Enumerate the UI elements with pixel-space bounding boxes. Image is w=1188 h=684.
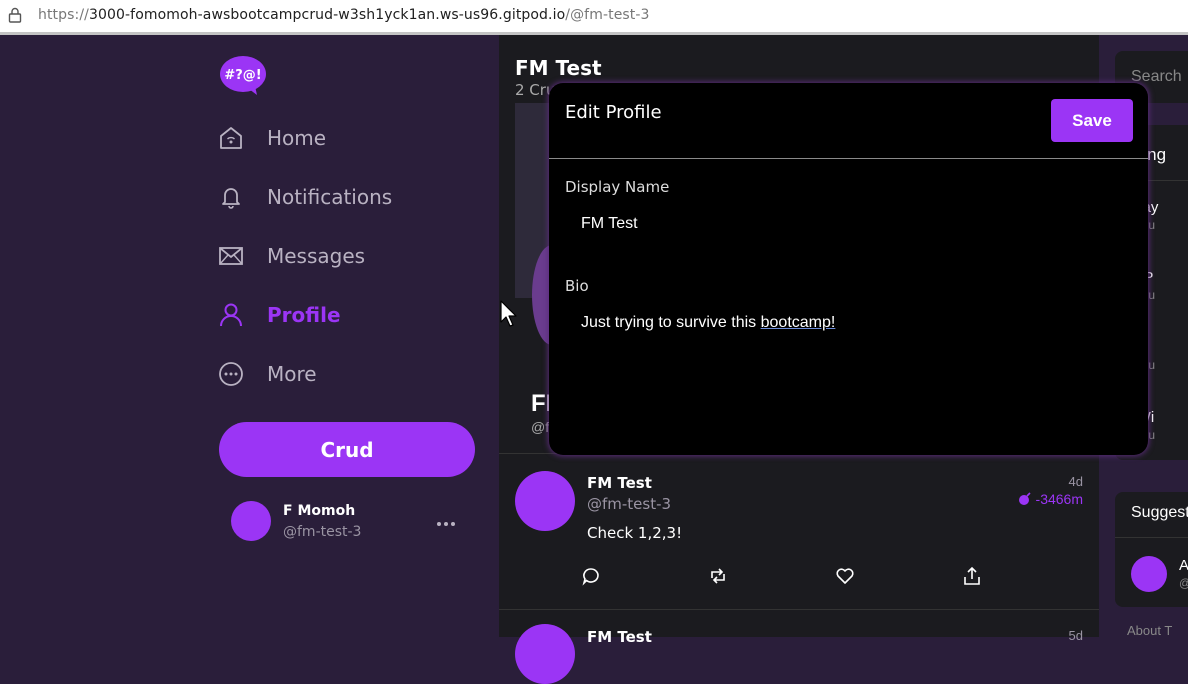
profile-handle: @f (531, 419, 550, 435)
reply-icon[interactable] (581, 566, 601, 586)
post-author-name[interactable]: FM Test (587, 474, 652, 492)
bell-icon (218, 184, 244, 210)
sidebar-item-label: Messages (267, 244, 366, 268)
home-icon (218, 125, 244, 151)
current-user-name: F Momoh (283, 503, 356, 519)
display-name-field[interactable] (565, 204, 1132, 244)
suggested-user-handle: @ (1179, 576, 1188, 590)
url-scheme: https:// (38, 7, 89, 23)
lock-icon (8, 7, 22, 23)
avatar[interactable] (515, 471, 575, 531)
app-logo[interactable]: #?@! (219, 55, 267, 95)
post-time: 5d (1068, 628, 1083, 643)
post-body: Check 1,2,3! (587, 524, 683, 542)
divider (1115, 537, 1188, 538)
sidebar-item-profile[interactable]: Profile (218, 297, 341, 333)
browser-url-bar[interactable]: https://3000-fomomoh-awsbootcampcrud-w3s… (0, 0, 1188, 33)
more-circle-icon (218, 361, 244, 387)
logo-bubble-icon: #?@! (220, 56, 266, 95)
page-title: FM Test (515, 56, 602, 80)
url-path: /@fm-test-3 (565, 7, 650, 23)
sidebar-item-label: Profile (267, 303, 341, 327)
post-author-handle[interactable]: @fm-test-3 (587, 495, 671, 513)
user-menu-more-icon[interactable] (436, 511, 456, 532)
svg-text:#?@!: #?@! (224, 68, 261, 83)
save-button[interactable]: Save (1051, 99, 1133, 142)
url-text[interactable]: https://3000-fomomoh-awsbootcampcrud-w3s… (38, 7, 650, 23)
person-icon (218, 302, 244, 328)
suggested-title: Suggest (1131, 504, 1188, 521)
avatar[interactable] (231, 501, 271, 541)
url-host: 3000-fomomoh-awsbootcampcrud-w3sh1yck1an… (88, 7, 566, 23)
share-icon[interactable] (962, 566, 982, 586)
post-time: 4d (1068, 474, 1083, 489)
list-item[interactable]: FM Test @fm-test-3 4d -3466m Check 1,2,3… (499, 454, 1099, 610)
divider (549, 158, 1148, 159)
sidebar-item-messages[interactable]: Messages (218, 238, 365, 274)
heart-icon[interactable] (835, 566, 855, 586)
suggested-user-name[interactable]: A (1179, 557, 1188, 574)
edit-profile-dialog: Edit Profile Save Display Name Bio Just … (549, 83, 1148, 455)
sidebar-item-label: More (267, 362, 317, 386)
sidebar-item-home[interactable]: Home (218, 120, 326, 156)
post-expiry-text: -3466m (1035, 491, 1083, 507)
bomb-icon (1018, 492, 1031, 505)
sidebar-item-label: Home (267, 126, 327, 150)
avatar[interactable] (515, 624, 575, 684)
envelope-icon (218, 243, 244, 269)
avatar[interactable] (1131, 556, 1167, 592)
sidebar-item-more[interactable]: More (218, 356, 317, 392)
sidebar-item-label: Notifications (267, 185, 393, 209)
repost-icon[interactable] (708, 566, 728, 586)
bio-text: Just trying to survive this (581, 314, 761, 331)
footer-links[interactable]: About T (1127, 623, 1172, 638)
bio-field[interactable]: Just trying to survive this bootcamp! (565, 303, 1132, 343)
sidebar-item-notifications[interactable]: Notifications (218, 179, 392, 215)
display-name-label: Display Name (565, 178, 670, 196)
bio-text-spellcheck: bootcamp! (760, 314, 836, 331)
post-expiry: -3466m (1018, 491, 1083, 507)
suggested-users-panel: Suggest A @ (1115, 492, 1188, 607)
post-author-name[interactable]: FM Test (587, 628, 652, 646)
crud-button[interactable]: Crud (219, 422, 475, 477)
mouse-pointer-icon (500, 300, 517, 327)
dialog-title: Edit Profile (565, 102, 662, 123)
current-user-handle: @fm-test-3 (283, 524, 362, 540)
list-item[interactable]: FM Test 5d (499, 610, 1099, 684)
bio-label: Bio (565, 277, 589, 295)
